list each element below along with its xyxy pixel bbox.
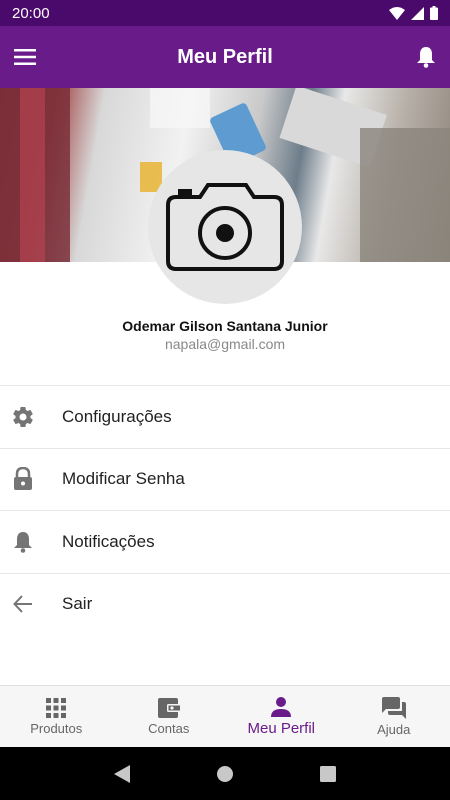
arrow-left-icon: [13, 595, 32, 613]
signal-icon: [411, 6, 424, 20]
status-time: 20:00: [12, 4, 50, 22]
camera-icon: [166, 183, 284, 271]
wallet-icon: [157, 697, 180, 718]
profile-name: Odemar Gilson Santana Junior: [122, 318, 328, 334]
profile-email: napala@gmail.com: [164, 336, 286, 352]
nav-label: Contas: [148, 720, 190, 736]
recents-square-icon[interactable]: [320, 765, 337, 782]
nav-label: Ajuda: [377, 721, 411, 737]
nav-label: Produtos: [30, 720, 83, 736]
bell-icon[interactable]: [416, 46, 436, 68]
chat-icon: [381, 696, 406, 719]
back-triangle-icon[interactable]: [113, 764, 130, 783]
bottom-navigation: Produtos Contas Meu Perfil Ajuda: [0, 685, 450, 747]
lock-icon: [14, 467, 32, 491]
battery-icon: [430, 6, 438, 20]
menu-item-configuracoes[interactable]: Configurações: [0, 385, 450, 448]
home-circle-icon[interactable]: [216, 765, 233, 782]
menu-item-label: Sair: [62, 594, 93, 614]
menu-icon[interactable]: [14, 49, 36, 65]
app-bar: Meu Perfil: [0, 26, 450, 88]
menu-item-label: Modificar Senha: [62, 469, 185, 489]
status-bar: 20:00: [0, 0, 450, 26]
system-navigation-bar: [0, 747, 450, 800]
wifi-icon: [389, 6, 405, 20]
nav-item-meu-perfil[interactable]: Meu Perfil: [225, 686, 338, 747]
nav-item-produtos[interactable]: Produtos: [0, 686, 113, 747]
page-title: Meu Perfil: [177, 45, 273, 68]
person-icon: [271, 696, 292, 717]
menu-item-modificar-senha[interactable]: Modificar Senha: [0, 447, 450, 511]
menu-item-label: Notificações: [62, 531, 155, 551]
grid-icon: [46, 697, 67, 718]
nav-item-ajuda[interactable]: Ajuda: [338, 686, 450, 747]
profile-menu: Configurações Modificar Senha Notificaçõ…: [0, 385, 450, 635]
nav-item-contas[interactable]: Contas: [113, 686, 226, 747]
bell-icon: [14, 531, 32, 553]
gear-icon: [13, 406, 33, 427]
avatar[interactable]: [148, 150, 302, 304]
menu-item-label: Configurações: [62, 406, 172, 426]
menu-item-notificacoes[interactable]: Notificações: [0, 510, 450, 573]
nav-label: Meu Perfil: [247, 719, 316, 737]
menu-item-sair[interactable]: Sair: [0, 572, 450, 636]
